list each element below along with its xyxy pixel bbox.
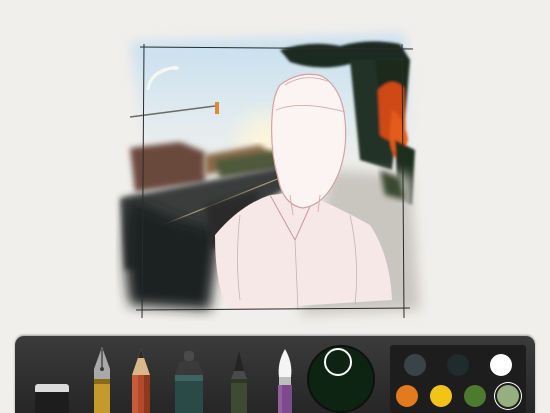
marker-icon[interactable] (171, 345, 207, 413)
eraser-icon[interactable] (32, 358, 72, 413)
tool-tray (15, 336, 535, 413)
color-palette (390, 345, 526, 413)
pencil-icon[interactable] (127, 345, 155, 413)
swatch-green[interactable] (464, 385, 486, 407)
current-color-ring (324, 348, 352, 376)
swatch-sage-selected[interactable] (497, 385, 519, 407)
color-mixer-button[interactable] (307, 345, 375, 413)
swatch-slate[interactable] (404, 354, 426, 376)
swatch-orange[interactable] (396, 385, 418, 407)
outline-pen-icon[interactable] (226, 345, 252, 413)
painting (120, 34, 420, 319)
brush-icon[interactable] (272, 345, 298, 413)
drawing-canvas[interactable] (0, 0, 550, 330)
swatch-dark-teal[interactable] (447, 354, 469, 376)
swatch-yellow[interactable] (430, 385, 452, 407)
fountain-pen-icon[interactable] (88, 345, 116, 413)
swatch-white[interactable] (490, 354, 512, 376)
